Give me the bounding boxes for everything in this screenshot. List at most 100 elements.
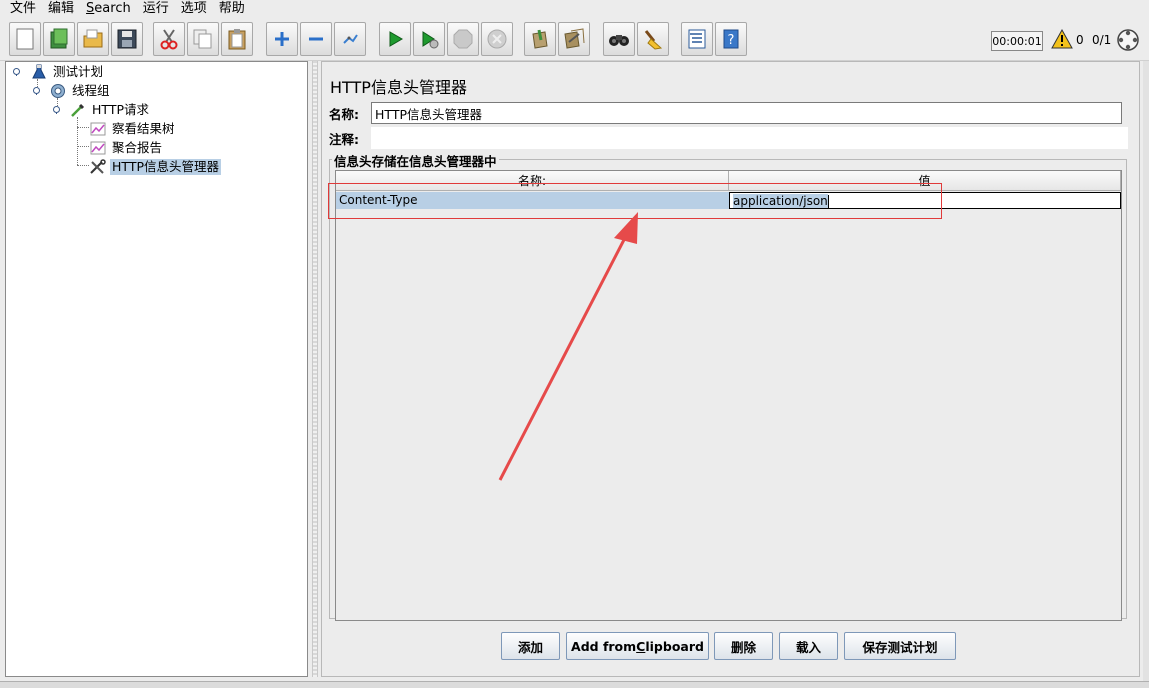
- collapse-icon: [309, 37, 323, 41]
- clear-button[interactable]: [524, 22, 556, 56]
- new-button[interactable]: [9, 22, 41, 56]
- copy-button[interactable]: [187, 22, 219, 56]
- delete-button[interactable]: 删除: [714, 632, 773, 660]
- start-icon: [389, 31, 403, 47]
- new-icon: [16, 28, 34, 50]
- clipboard-label-rest: lipboard: [645, 638, 704, 654]
- open-button[interactable]: [77, 22, 109, 56]
- search-button[interactable]: [603, 22, 635, 56]
- tree-connector: [77, 117, 78, 165]
- sampler-pipette-icon: [69, 102, 87, 118]
- stop-button[interactable]: [447, 22, 479, 56]
- remote-status-icon[interactable]: [1116, 28, 1140, 52]
- headers-group-title: 信息头存储在信息头管理器中: [332, 151, 499, 170]
- add-button[interactable]: 添加: [501, 632, 560, 660]
- function-helper-icon: [688, 29, 706, 49]
- tree-toggle-icon[interactable]: [12, 67, 21, 76]
- expand-button[interactable]: [266, 22, 298, 56]
- warning-icon[interactable]: [1051, 29, 1073, 49]
- start-no-pause-icon: [422, 31, 439, 49]
- status-bar: [0, 681, 1149, 688]
- stop-icon: [453, 29, 473, 49]
- templates-icon: [50, 28, 68, 49]
- clear-icon: [532, 29, 548, 49]
- toggle-button[interactable]: [334, 22, 366, 56]
- elapsed-timer: 00:00:01: [991, 31, 1043, 51]
- listener-graph-icon: [89, 121, 107, 137]
- clear-all-icon: [564, 28, 585, 49]
- header-manager-panel: HTTP信息头管理器 名称: 注释: 信息头存储在信息头管理器中 名称: 值 C…: [321, 61, 1140, 677]
- tree-node-http-request[interactable]: HTTP请求: [69, 101, 151, 119]
- cut-button[interactable]: [153, 22, 185, 56]
- listener-graph-icon: [89, 140, 107, 156]
- comment-input[interactable]: [371, 127, 1128, 149]
- tree-node-label: HTTP请求: [92, 102, 149, 117]
- tree-node-label: 线程组: [72, 83, 110, 98]
- add-from-clipboard-button[interactable]: Add from Clipboard: [566, 632, 709, 660]
- toolbar: ? 00:00:01 0 0/1: [0, 19, 1149, 61]
- clipboard-label-prefix: Add from: [571, 638, 637, 654]
- collapse-button[interactable]: [300, 22, 332, 56]
- tree-node-results-tree[interactable]: 察看结果树: [89, 120, 177, 138]
- shutdown-button[interactable]: [481, 22, 513, 56]
- menu-file[interactable]: 文件: [0, 0, 42, 18]
- expand-icon: [275, 32, 289, 46]
- help-icon: ?: [723, 29, 739, 49]
- tree-connector: [77, 127, 89, 128]
- start-no-pause-button[interactable]: [413, 22, 445, 56]
- tree-node-header-manager[interactable]: HTTP信息头管理器: [89, 158, 221, 176]
- tree-node-thread-group[interactable]: 线程组: [49, 82, 112, 100]
- warning-count: 0: [1076, 33, 1084, 47]
- tree-node-label: 测试计划: [53, 64, 104, 79]
- active-threads: 0/1: [1092, 33, 1112, 47]
- menu-edit[interactable]: 编辑: [42, 0, 80, 18]
- menu-run[interactable]: 运行: [137, 0, 175, 18]
- paste-button[interactable]: [221, 22, 253, 56]
- test-plan-tree[interactable]: 测试计划 线程组 HTTP请求 察看结果树 聚合报告 HTTP信息头管理器: [5, 61, 308, 677]
- name-row: 名称:: [329, 102, 1122, 124]
- tree-toggle-icon[interactable]: [32, 86, 41, 95]
- menu-bar: 文件 编辑 Search 运行 选项 帮助: [0, 0, 1149, 18]
- panel-title: HTTP信息头管理器: [330, 78, 467, 97]
- cut-icon: [160, 29, 178, 50]
- menu-help[interactable]: 帮助: [213, 0, 251, 18]
- clipboard-label-mnemonic: C: [636, 638, 646, 654]
- test-plan-icon: [30, 64, 48, 80]
- window-edge: [1143, 61, 1149, 681]
- open-icon: [83, 29, 103, 48]
- tree-connector: [77, 146, 89, 147]
- tree-toggle-icon[interactable]: [52, 105, 61, 114]
- tree-node-label: 察看结果树: [112, 121, 175, 136]
- annotation-arrow-icon: [498, 212, 638, 481]
- tree-node-aggregate-report[interactable]: 聚合报告: [89, 139, 164, 157]
- clear-all-button[interactable]: [558, 22, 590, 56]
- thread-group-icon: [49, 83, 67, 99]
- shutdown-icon: [487, 29, 507, 49]
- menu-search-rest: earch: [94, 1, 131, 16]
- save-test-plan-button[interactable]: 保存测试计划: [844, 632, 956, 660]
- name-input[interactable]: [371, 102, 1122, 124]
- load-button[interactable]: 载入: [779, 632, 838, 660]
- function-helper-button[interactable]: [681, 22, 713, 56]
- reset-search-button[interactable]: [637, 22, 669, 56]
- tree-node-label: 聚合报告: [112, 140, 163, 155]
- copy-icon: [193, 29, 212, 49]
- headers-table[interactable]: 名称: 值 Content-Type application/json: [335, 170, 1122, 621]
- tree-node-test-plan[interactable]: 测试计划: [30, 63, 105, 81]
- menu-options[interactable]: 选项: [175, 0, 213, 18]
- reset-search-icon: [644, 30, 663, 50]
- name-label: 名称:: [329, 106, 359, 122]
- comment-row: 注释:: [329, 127, 1128, 149]
- tree-connector: [77, 165, 89, 166]
- tree-node-label: HTTP信息头管理器: [110, 159, 221, 175]
- save-button[interactable]: [111, 22, 143, 56]
- split-pane-divider[interactable]: [312, 61, 318, 677]
- start-button[interactable]: [379, 22, 411, 56]
- save-icon: [117, 29, 137, 49]
- templates-button[interactable]: [43, 22, 75, 56]
- search-icon: [609, 35, 629, 46]
- help-button[interactable]: ?: [715, 22, 747, 56]
- menu-search[interactable]: Search: [80, 0, 137, 18]
- toggle-icon: [343, 34, 358, 44]
- svg-text:?: ?: [728, 33, 735, 48]
